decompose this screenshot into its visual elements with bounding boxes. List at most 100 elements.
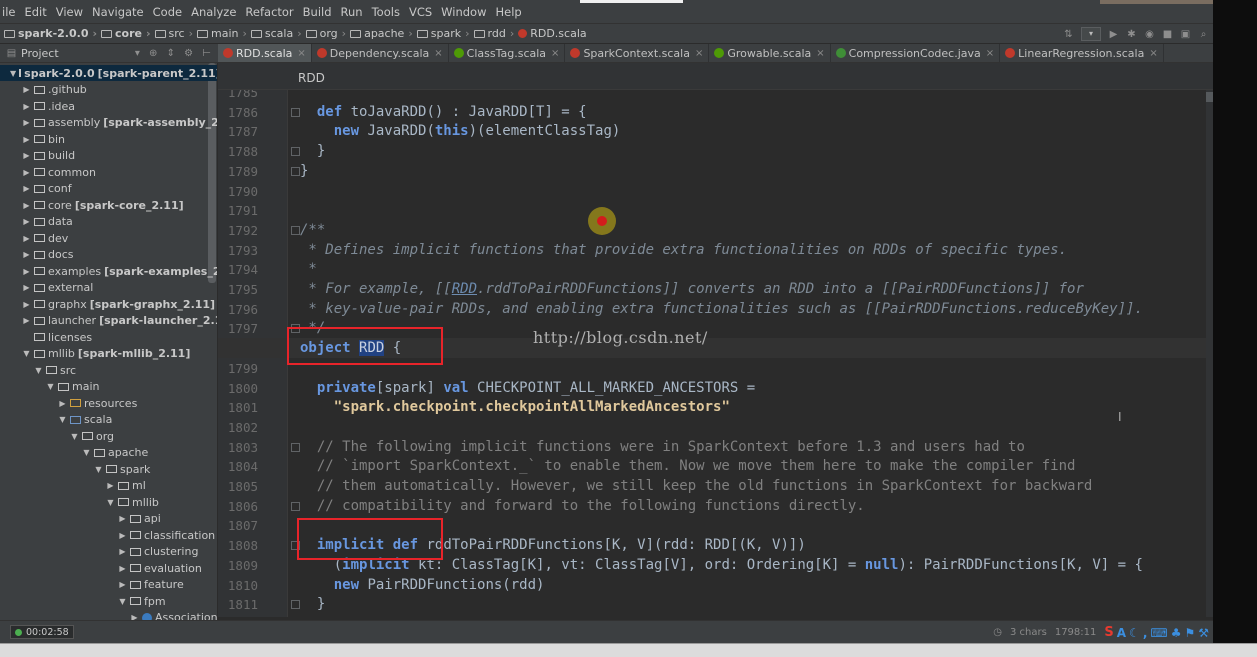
tree-node[interactable]: ▼ mllib [spark-mllib_2.11] (22, 346, 190, 362)
menu-item-help[interactable]: Help (496, 5, 522, 19)
tree-node[interactable]: ▶ api (118, 511, 160, 527)
editor-tab[interactable]: RDD.scala × (218, 44, 312, 62)
expand-right-icon[interactable]: ▶ (22, 135, 31, 144)
fold-icon[interactable] (291, 147, 300, 157)
expand-right-icon[interactable]: ▶ (118, 564, 127, 573)
expand-down-icon[interactable]: ▼ (70, 432, 79, 441)
tree-node[interactable]: ▶ core [spark-core_2.11] (22, 197, 183, 213)
menu-item-view[interactable]: View (56, 5, 83, 19)
tree-node[interactable]: ▶ external (22, 280, 93, 296)
menu-item-vcs[interactable]: VCS (409, 5, 432, 19)
expand-right-icon[interactable]: ▶ (22, 85, 31, 94)
project-panel-tools[interactable]: ▾ ⊕ ⇕ ⚙ ⊢ (135, 48, 214, 59)
expand-right-icon[interactable]: ▶ (22, 300, 31, 309)
nav-crumb[interactable]: main › (197, 27, 247, 40)
close-icon[interactable]: × (551, 48, 559, 59)
fold-icon[interactable] (291, 442, 300, 452)
project-structure-icon[interactable]: ▣ (1180, 29, 1191, 40)
expand-down-icon[interactable]: ▼ (10, 69, 16, 78)
nav-crumb[interactable]: apache › (350, 27, 413, 40)
tree-node[interactable]: ▶ build (22, 148, 75, 164)
tree-node[interactable]: ▶ docs (22, 247, 73, 263)
fold-icon[interactable] (291, 107, 300, 117)
tree-node[interactable]: ▶ graphx [spark-graphx_2.11] (22, 296, 215, 312)
expand-right-icon[interactable]: ▶ (106, 481, 115, 490)
tree-node[interactable]: ▶ ml (106, 478, 145, 494)
tree-node[interactable]: ▼ apache (82, 445, 148, 461)
tree-node[interactable]: ▼ fpm (118, 593, 165, 609)
nav-crumb[interactable]: rdd › (473, 27, 514, 40)
expand-down-icon[interactable]: ▼ (22, 349, 31, 358)
nav-crumb[interactable]: RDD.scala (518, 27, 587, 40)
expand-right-icon[interactable]: ▶ (118, 547, 127, 556)
expand-down-icon[interactable]: ▼ (58, 415, 67, 424)
editor-tab[interactable]: Dependency.scala × (312, 44, 449, 62)
menu-item-run[interactable]: Run (341, 5, 363, 19)
editor-breadcrumb-item[interactable]: RDD (298, 71, 325, 85)
menu-item-edit[interactable]: Edit (24, 5, 46, 19)
menu-item-ile[interactable]: ile (2, 5, 15, 19)
ime-toolbar[interactable]: S A ☾ , ⌨ ♣ ⚑ ⚒ (1104, 625, 1209, 640)
tree-node[interactable]: ▼ src (34, 362, 76, 378)
editor-tab[interactable]: LinearRegression.scala × (1000, 44, 1164, 62)
editor-scrollbar[interactable] (1206, 90, 1213, 617)
nav-crumb[interactable]: core › (101, 27, 151, 40)
tree-node[interactable]: ▼ scala (58, 412, 112, 428)
build-icon[interactable]: ⇅ (1063, 29, 1074, 40)
expand-right-icon[interactable]: ▶ (118, 531, 127, 540)
editor-tab[interactable]: ClassTag.scala × (449, 44, 566, 62)
close-icon[interactable]: × (816, 48, 824, 59)
tree-node[interactable]: ▶ launcher[spark-launcher_2.11] (22, 313, 217, 329)
coverage-icon[interactable]: ◉ (1144, 29, 1155, 40)
tree-scrollbar[interactable] (208, 63, 216, 283)
expand-right-icon[interactable]: ▶ (22, 217, 31, 226)
tree-node[interactable]: ▶ .idea (22, 98, 75, 114)
close-icon[interactable]: × (695, 48, 703, 59)
debug-icon[interactable]: ✱ (1126, 29, 1137, 40)
expand-right-icon[interactable]: ▶ (22, 283, 31, 292)
expand-right-icon[interactable]: ▶ (22, 250, 31, 259)
expand-right-icon[interactable]: ▶ (118, 580, 127, 589)
expand-down-icon[interactable]: ▼ (82, 448, 91, 457)
search-icon[interactable]: ⌕ (1198, 29, 1209, 40)
tree-node[interactable]: ▶ feature (118, 577, 183, 593)
nav-crumb[interactable]: spark › (416, 27, 470, 40)
tree-node[interactable]: ▶ clustering (118, 544, 198, 560)
tree-node[interactable]: ▶ conf (22, 181, 71, 197)
menu-item-analyze[interactable]: Analyze (191, 5, 236, 19)
menu-item-window[interactable]: Window (441, 5, 486, 19)
menu-item-refactor[interactable]: Refactor (245, 5, 293, 19)
tree-node[interactable]: ▼ spark (94, 461, 150, 477)
stop-icon[interactable]: ■ (1162, 29, 1173, 40)
tree-node[interactable]: ▼spark-2.0.0[spark-parent_2.11]D:\sp (0, 65, 217, 81)
code-editor[interactable]: 1785 1786 1787 1788 1789 1790 1791 1792 1793 1794… (218, 90, 1206, 617)
menu-item-build[interactable]: Build (303, 5, 332, 19)
expand-down-icon[interactable]: ▼ (106, 498, 115, 507)
expand-right-icon[interactable]: ▶ (22, 151, 31, 160)
nav-crumb[interactable]: scala › (250, 27, 302, 40)
close-icon[interactable]: × (986, 48, 994, 59)
tree-node[interactable]: ▼ mllib (106, 494, 158, 510)
tree-node[interactable]: ▶ dev (22, 230, 68, 246)
expand-right-icon[interactable]: ▶ (22, 201, 31, 210)
editor-tab[interactable]: SparkContext.scala × (565, 44, 710, 62)
tree-node[interactable]: ▼ org (70, 428, 114, 444)
tree-node[interactable]: ▶ classification (118, 527, 215, 543)
menu-item-code[interactable]: Code (153, 5, 182, 19)
tree-node[interactable]: ▶ data (22, 214, 72, 230)
expand-right-icon[interactable]: ▶ (58, 399, 67, 408)
editor-tab[interactable]: Growable.scala × (709, 44, 831, 62)
run-icon[interactable]: ▶ (1108, 29, 1119, 40)
fold-icon[interactable] (291, 501, 300, 511)
menu-item-navigate[interactable]: Navigate (92, 5, 144, 19)
tree-node[interactable]: ▶ common (22, 164, 96, 180)
expand-right-icon[interactable]: ▶ (118, 514, 127, 523)
menu-item-tools[interactable]: Tools (372, 5, 400, 19)
tree-node[interactable]: ▶ assembly[spark-assembly_2.11] (22, 115, 217, 131)
tree-node[interactable]: ▶ resources (58, 395, 137, 411)
tree-node[interactable]: ▶ examples[spark-examples_2.11] (22, 263, 217, 279)
expand-down-icon[interactable]: ▼ (34, 366, 43, 375)
tree-node[interactable]: ▼ main (46, 379, 99, 395)
expand-right-icon[interactable]: ▶ (22, 267, 31, 276)
expand-down-icon[interactable]: ▼ (94, 465, 103, 474)
